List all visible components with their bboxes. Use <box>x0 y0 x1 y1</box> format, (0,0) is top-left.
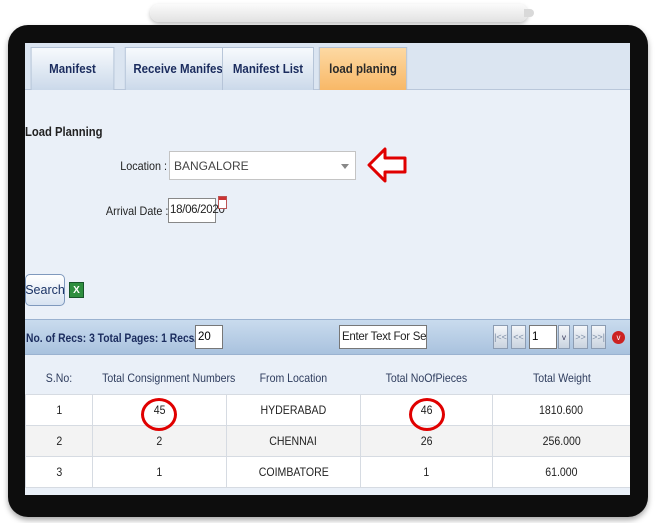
tab-manifest[interactable]: Manifest <box>30 47 115 90</box>
excel-export-icon[interactable]: X <box>69 282 84 298</box>
arrival-date-label: Arrival Date : <box>105 204 168 218</box>
records-info: No. of Recs: 3 Total Pages: 1 Recs/Page <box>26 331 222 345</box>
cell-sno: 2 <box>25 424 93 457</box>
page-number-input[interactable]: 1 <box>529 325 557 349</box>
table-header-row: S.No: Total Consignment Numbers From Loc… <box>26 363 631 394</box>
arrival-date-input[interactable]: 18/06/2020 <box>168 198 225 223</box>
app-screen: Manifest Receive Manifest Manifest List … <box>25 43 630 495</box>
load-planning-table: S.No: Total Consignment Numbers From Loc… <box>25 363 630 488</box>
tab-receive-manifest[interactable]: Receive Manifest <box>124 47 236 90</box>
annotation-circle <box>141 398 177 431</box>
header-from-location: From Location <box>259 371 328 386</box>
tab-load-planing[interactable]: load planing <box>318 47 408 90</box>
recs-per-page-input[interactable]: 20 <box>195 325 223 349</box>
tab-manifest-list[interactable]: Manifest List <box>222 47 314 90</box>
red-left-arrow-icon <box>367 147 407 183</box>
header-total-no-of-pieces: Total NoOfPieces <box>385 371 468 386</box>
cell-total-weight: 61.000 <box>492 455 630 488</box>
pager-bar: No. of Recs: 3 Total Pages: 1 Recs/Page … <box>25 319 630 355</box>
page-dropdown-icon[interactable]: v <box>558 325 570 349</box>
stylus-pencil <box>150 4 534 22</box>
cell-sno: 3 <box>25 455 93 488</box>
first-page-button[interactable]: |<< <box>493 325 508 349</box>
header-total-weight: Total Weight <box>532 371 591 386</box>
cell-from-location: HYDERABAD <box>226 393 361 426</box>
section-title: Load Planning <box>25 125 103 139</box>
location-label: Location : <box>120 159 167 173</box>
header-total-consignment-numbers: Total Consignment Numbers <box>101 371 235 386</box>
table-row[interactable]: 3 1 COIMBATORE 1 61.000 <box>25 455 630 488</box>
collapse-icon[interactable]: v <box>612 331 625 344</box>
cell-from-location: COIMBATORE <box>226 455 361 488</box>
cell-no-of-pieces: 1 <box>360 455 493 488</box>
cell-total-weight: 1810.600 <box>492 393 630 426</box>
last-page-button[interactable]: >>| <box>591 325 606 349</box>
annotation-circle <box>409 398 445 431</box>
header-sno: S.No: <box>45 371 73 386</box>
cell-total-weight: 256.000 <box>492 424 630 457</box>
cell-from-location: CHENNAI <box>226 424 361 457</box>
table-row[interactable]: 2 2 CHENNAI 26 256.000 <box>25 424 630 457</box>
cell-consignment-numbers[interactable]: 1 <box>92 455 227 488</box>
location-value: BANGALORE <box>174 159 249 173</box>
location-select[interactable]: BANGALORE <box>169 151 356 180</box>
chevron-down-icon <box>341 164 349 169</box>
search-text-input[interactable]: Enter Text For Search <box>339 325 427 349</box>
next-page-button[interactable]: >> <box>573 325 588 349</box>
tab-bar: Manifest Receive Manifest Manifest List … <box>25 43 630 90</box>
calendar-icon[interactable] <box>218 196 227 209</box>
search-button[interactable]: Search <box>25 274 65 306</box>
prev-page-button[interactable]: << <box>511 325 526 349</box>
cell-sno: 1 <box>25 393 93 426</box>
table-row[interactable]: 1 45 HYDERABAD 46 1810.600 <box>25 393 630 426</box>
